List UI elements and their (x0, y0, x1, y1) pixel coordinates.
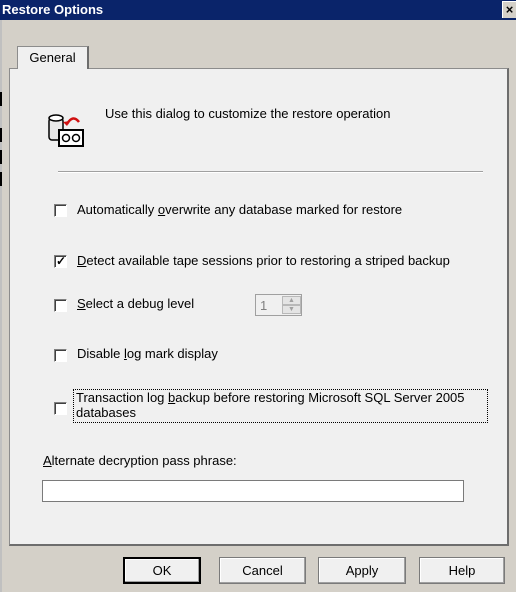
tab-general[interactable]: General (17, 46, 89, 69)
detect-tape-checkbox[interactable]: ✓ (54, 255, 67, 268)
passphrase-label: Alternate decryption pass phrase: (43, 453, 237, 468)
disable-log-label[interactable]: Disable log mark display (77, 346, 218, 361)
database-restore-icon (48, 114, 84, 147)
background-mark (0, 92, 2, 106)
tab-general-label: General (29, 50, 76, 65)
passphrase-input[interactable] (42, 480, 464, 502)
disable-log-checkbox[interactable] (54, 349, 67, 362)
close-button[interactable]: × (502, 1, 516, 18)
checkmark-icon: ✓ (56, 254, 67, 268)
spin-down-button[interactable]: ▼ (282, 305, 301, 314)
background-mark (0, 128, 2, 142)
background-mark (0, 172, 2, 186)
intro-text: Use this dialog to customize the restore… (105, 106, 391, 121)
background-mark (0, 150, 2, 164)
transaction-log-label[interactable]: Transaction log backup before restoring … (76, 390, 465, 420)
cancel-button[interactable]: Cancel (219, 557, 306, 584)
separator (58, 171, 483, 173)
debug-level-checkbox[interactable] (54, 299, 67, 312)
debug-level-label[interactable]: Select a debug level (77, 296, 194, 311)
overwrite-checkbox[interactable] (54, 204, 67, 217)
spin-up-button[interactable]: ▲ (282, 296, 301, 305)
title-bar: Restore Options × (0, 0, 516, 20)
debug-level-spinner[interactable]: 1 ▲ ▼ (255, 294, 302, 316)
help-button[interactable]: Help (419, 557, 505, 584)
window-title: Restore Options (2, 2, 104, 17)
ok-button[interactable]: OK (123, 557, 201, 584)
detect-tape-label[interactable]: Detect available tape sessions prior to … (77, 253, 450, 268)
transaction-log-checkbox[interactable] (54, 402, 67, 415)
debug-level-value: 1 (260, 298, 268, 313)
close-icon: × (505, 2, 514, 17)
overwrite-label[interactable]: Automatically overwrite any database mar… (77, 202, 402, 217)
apply-button[interactable]: Apply (318, 557, 406, 584)
